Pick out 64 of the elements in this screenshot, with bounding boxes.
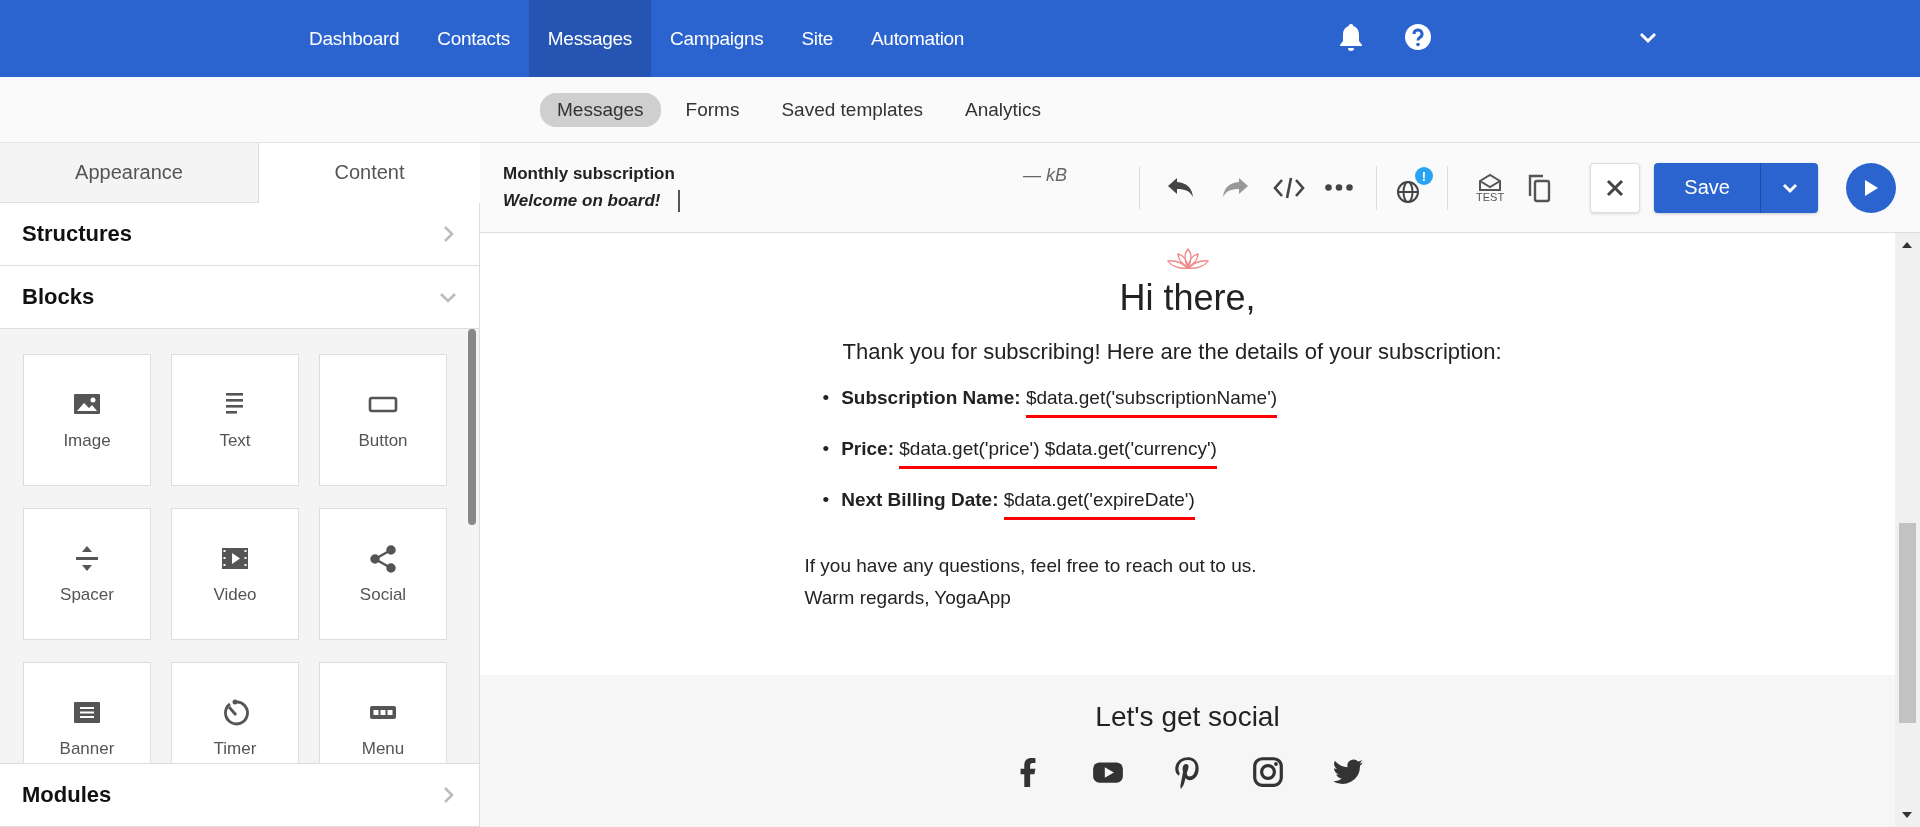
block-tile[interactable]: Menu — [319, 662, 447, 763]
block-tile[interactable]: Video — [171, 508, 299, 640]
detail-item: Next Billing Date: $data.get('expireDate') — [841, 489, 1195, 520]
message-subject: Welcome on board! — [503, 190, 661, 211]
nav-tab[interactable]: Site — [782, 0, 852, 77]
help-icon[interactable] — [1404, 23, 1432, 51]
sub-nav-tab[interactable]: Forms — [668, 92, 757, 127]
block-label: Menu — [361, 739, 405, 759]
nav-tab[interactable]: Campaigns — [651, 0, 783, 77]
bullet: • — [822, 387, 830, 409]
block-tile[interactable]: Image — [23, 354, 151, 486]
block-label: Text — [219, 431, 251, 451]
block-label: Button — [358, 431, 408, 451]
nav-tab[interactable]: Messages — [528, 0, 652, 77]
close-icon — [1606, 178, 1625, 197]
sub-nav-tab[interactable]: Analytics — [947, 92, 1058, 127]
globe-icon — [1395, 179, 1421, 205]
detail-item: Price: $data.get('price') $data.get('currency') — [841, 438, 1217, 469]
block-tile[interactable]: Timer — [171, 662, 299, 763]
notification-badge: ! — [1415, 167, 1433, 185]
section-header[interactable]: Modules — [0, 764, 479, 827]
block-label: Video — [213, 585, 257, 605]
section-header[interactable]: Structures — [0, 203, 479, 266]
social-block-icon — [367, 543, 399, 575]
bell-icon[interactable] — [1338, 22, 1364, 52]
block-label: Social — [359, 585, 407, 605]
closing-text: Warm regards, YogaApp — [804, 586, 1012, 610]
bullet: • — [822, 438, 830, 460]
block-label: Image — [63, 431, 111, 451]
instagram-icon[interactable] — [1250, 755, 1285, 789]
test-button[interactable]: TEST — [1462, 172, 1519, 203]
text-cursor — [678, 189, 681, 212]
save-options-button[interactable] — [1760, 162, 1819, 213]
block-tile[interactable]: Spacer — [23, 508, 151, 640]
nav-tab[interactable]: Contacts — [418, 0, 529, 77]
email-heading: Hi there, — [1118, 277, 1257, 319]
save-button[interactable]: Save — [1654, 162, 1761, 213]
block-label: Spacer — [60, 585, 114, 605]
footer-title: Let's get social — [1095, 701, 1280, 733]
nav-tab[interactable]: Dashboard — [290, 0, 419, 77]
nav-tab[interactable]: Automation — [852, 0, 984, 77]
block-tile[interactable]: Banner — [23, 662, 151, 763]
closing-text: If you have any questions, feel free to reach out to us. — [804, 554, 1258, 578]
detail-item: Subscription Name: $data.get('subscriptionName') — [841, 387, 1278, 418]
panel-tab[interactable]: Appearance — [0, 143, 259, 203]
close-button[interactable] — [1590, 162, 1641, 213]
bullet: • — [822, 489, 830, 511]
message-title: Monthly subscription — [503, 163, 676, 184]
scrollbar-thumb[interactable] — [1899, 523, 1916, 723]
envelope-icon — [1477, 172, 1504, 191]
sub-nav-tab[interactable]: Messages — [540, 92, 661, 127]
block-label: Banner — [59, 739, 115, 759]
sub-nav-tab[interactable]: Saved templates — [764, 92, 940, 127]
message-size: — kB — [1023, 165, 1068, 186]
block-tile[interactable]: Social — [319, 508, 447, 640]
more-icon — [1325, 184, 1353, 191]
scrollbar-thumb[interactable] — [468, 329, 476, 525]
scroll-up-icon[interactable] — [1902, 241, 1912, 249]
block-tile[interactable]: Button — [319, 354, 447, 486]
intro-text: Thank you for subscribing! Here are the details of your subscription: — [842, 339, 1503, 365]
block-label: Timer — [213, 739, 257, 759]
scrollbar[interactable] — [1895, 233, 1920, 827]
scroll-down-icon[interactable] — [1902, 811, 1912, 819]
block-tile[interactable]: Text — [171, 354, 299, 486]
